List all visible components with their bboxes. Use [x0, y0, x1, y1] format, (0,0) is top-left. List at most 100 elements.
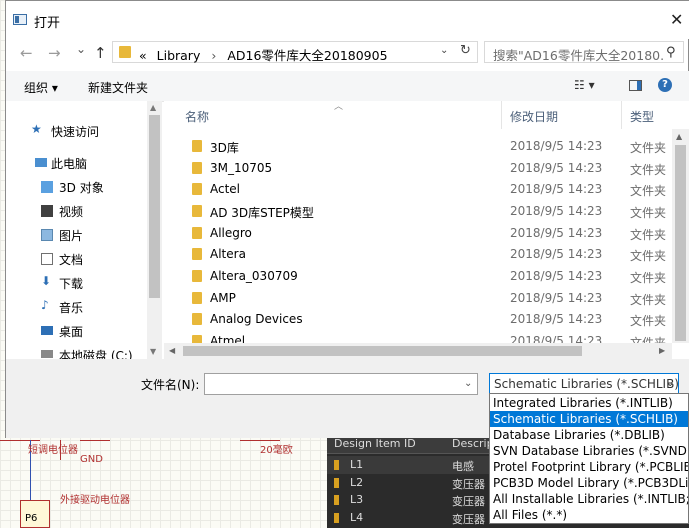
change-view-icon[interactable]: ☷ ▾: [574, 78, 595, 92]
file-date: 2018/9/5 14:23: [510, 247, 603, 261]
nav-item-pictures[interactable]: 图片: [6, 224, 146, 246]
scrollbar-thumb[interactable]: [183, 346, 582, 356]
back-arrow-icon[interactable]: ←: [20, 44, 33, 62]
file-type: 文件夹: [630, 228, 667, 242]
file-row[interactable]: Allegro 2018/9/5 14:23 文件夹: [164, 222, 672, 244]
component-icon: [334, 495, 339, 505]
nav-item-label: 3D 对象: [59, 181, 104, 195]
scroll-left-arrow-icon[interactable]: ◀: [169, 346, 175, 355]
forward-arrow-icon[interactable]: →: [48, 44, 61, 62]
recent-locations-chevron-icon[interactable]: ⌄: [76, 42, 86, 56]
component-description: 电感: [452, 460, 474, 473]
option-label: SVN Database Libraries (*.SVNDB: [493, 444, 689, 458]
file-row[interactable]: 3D库 2018/9/5 14:23 文件夹: [164, 135, 672, 157]
filetype-option[interactable]: Database Libraries (*.DBLIB): [490, 427, 688, 443]
file-date: 2018/9/5 14:23: [510, 161, 603, 175]
nav-item-quick-access[interactable]: ★ 快速访问: [6, 120, 146, 142]
file-list-vertical-scrollbar[interactable]: ▲: [672, 129, 689, 343]
address-history-chevron-icon[interactable]: ⌄: [440, 45, 448, 56]
up-arrow-icon[interactable]: ↑: [94, 44, 107, 62]
file-date: 2018/9/5 14:23: [510, 269, 603, 283]
navigation-bar: ← → ⌄ ↑ « Library › AD16零件库大全20180905 ⌄ …: [6, 39, 689, 69]
filetype-selected-value: Schematic Libraries (*.SCHLIB): [494, 377, 679, 391]
column-header-type[interactable]: 类型: [630, 108, 654, 136]
chevron-down-icon[interactable]: ⌄: [666, 378, 674, 389]
filetype-option[interactable]: PCB3D Model Library (*.PCB3DLib: [490, 475, 688, 491]
file-name: Atmel: [210, 334, 246, 343]
schematic-part[interactable]: P6: [20, 500, 50, 528]
filetype-option-selected[interactable]: Schematic Libraries (*.SCHLIB): [490, 411, 688, 427]
file-type: 文件夹: [630, 184, 667, 198]
title-bar[interactable]: 打开 ✕: [6, 1, 689, 39]
file-row[interactable]: Altera 2018/9/5 14:23 文件夹: [164, 243, 672, 265]
column-header-date-modified[interactable]: 修改日期: [510, 108, 558, 136]
search-input[interactable]: 搜索"AD16零件库大全20180...: [493, 45, 663, 64]
breadcrumb-item-current-folder[interactable]: AD16零件库大全20180905: [227, 48, 387, 63]
file-row[interactable]: Altera_030709 2018/9/5 14:23 文件夹: [164, 265, 672, 287]
file-list-horizontal-scrollbar[interactable]: ◀ ▶: [164, 343, 672, 359]
component-id: L2: [350, 476, 364, 489]
scroll-up-arrow-icon[interactable]: ▲: [150, 103, 156, 112]
schematic-part-label: P6: [25, 513, 38, 524]
search-icon[interactable]: ⚲: [666, 45, 676, 60]
option-label: Integrated Libraries (*.INTLIB): [493, 396, 673, 410]
chevron-down-icon[interactable]: ⌄: [464, 378, 472, 389]
nav-item-this-pc[interactable]: 此电脑: [6, 152, 146, 174]
nav-item-desktop[interactable]: 桌面: [6, 320, 146, 342]
nav-item-label: 视频: [59, 205, 84, 219]
file-row[interactable]: Atmel 2018/9/5 14:23 文件夹: [164, 330, 672, 343]
filetype-option[interactable]: All Files (*.*): [490, 507, 688, 523]
filetype-option[interactable]: Integrated Libraries (*.INTLIB): [490, 395, 688, 411]
folder-icon: [192, 205, 202, 217]
nav-item-downloads[interactable]: ⬇ 下载: [6, 272, 146, 294]
nav-item-label: 此电脑: [51, 157, 88, 171]
file-name: AMP: [210, 291, 236, 305]
filetype-dropdown-list: Integrated Libraries (*.INTLIB) Schemati…: [489, 393, 689, 524]
filename-input[interactable]: ⌄: [204, 373, 478, 395]
scroll-right-arrow-icon[interactable]: ▶: [659, 346, 665, 355]
filetype-option[interactable]: All Installable Libraries (*.INTLIB;*: [490, 491, 688, 507]
breadcrumb-overflow[interactable]: «: [139, 48, 147, 63]
preview-pane-icon[interactable]: [629, 80, 642, 91]
component-id: L3: [350, 493, 364, 506]
file-name: 3D库: [210, 141, 239, 155]
file-row[interactable]: AD 3D库STEP模型 2018/9/5 14:23 文件夹: [164, 200, 672, 222]
column-header-description[interactable]: Descrip: [452, 437, 494, 450]
column-header-name[interactable]: 名称: [185, 108, 209, 136]
filetype-option[interactable]: Protel Footprint Library (*.PCBLIE: [490, 459, 688, 475]
close-icon[interactable]: ✕: [670, 10, 683, 29]
scrollbar-thumb[interactable]: [149, 115, 160, 298]
nav-item-label: 下载: [59, 277, 84, 291]
scrollbar-thumb[interactable]: [675, 145, 686, 341]
sort-ascending-icon: ︿: [334, 102, 344, 112]
schematic-label: GND: [80, 454, 103, 465]
address-bar[interactable]: « Library › AD16零件库大全20180905 ⌄ ↻: [112, 41, 478, 63]
nav-pane-scrollbar[interactable]: ▲ ▼: [147, 101, 162, 359]
folder-icon: [192, 162, 202, 174]
folder-icon: [192, 248, 202, 260]
help-icon[interactable]: ?: [658, 78, 672, 92]
organize-button[interactable]: 组织 ▾: [24, 79, 58, 96]
nav-item-documents[interactable]: 文档: [6, 248, 146, 270]
breadcrumb-item-library[interactable]: Library: [157, 48, 201, 63]
column-divider[interactable]: [621, 101, 622, 129]
nav-item-local-disk-c[interactable]: 本地磁盘 (C:): [6, 344, 146, 359]
column-divider[interactable]: [501, 101, 502, 129]
new-folder-button[interactable]: 新建文件夹: [88, 79, 148, 96]
scroll-up-arrow-icon[interactable]: ▲: [676, 132, 682, 141]
breadcrumb-separator-icon[interactable]: ›: [211, 48, 216, 63]
filetype-select[interactable]: Schematic Libraries (*.SCHLIB) ⌄: [489, 373, 679, 395]
nav-item-3d-objects[interactable]: 3D 对象: [6, 176, 146, 198]
filetype-option[interactable]: SVN Database Libraries (*.SVNDB: [490, 443, 689, 459]
file-row[interactable]: AMP 2018/9/5 14:23 文件夹: [164, 287, 672, 309]
search-box[interactable]: 搜索"AD16零件库大全20180... ⚲: [484, 41, 684, 63]
column-header-design-item-id[interactable]: Design Item ID: [334, 437, 416, 450]
file-row[interactable]: Analog Devices 2018/9/5 14:23 文件夹: [164, 308, 672, 330]
file-list: ︿ 名称 修改日期 类型 3D库 2018/9/5 14:23 文件夹 3M_1…: [164, 101, 689, 359]
nav-item-videos[interactable]: 视频: [6, 200, 146, 222]
refresh-icon[interactable]: ↻: [460, 43, 471, 58]
nav-item-music[interactable]: ♪ 音乐: [6, 296, 146, 318]
scroll-down-arrow-icon[interactable]: ▼: [150, 347, 156, 356]
file-row[interactable]: 3M_10705 2018/9/5 14:23 文件夹: [164, 157, 672, 179]
file-row[interactable]: Actel 2018/9/5 14:23 文件夹: [164, 178, 672, 200]
